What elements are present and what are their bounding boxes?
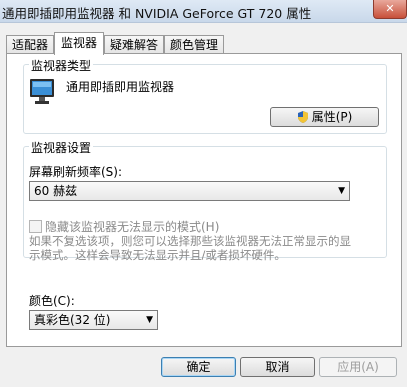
hide-modes-checkbox-row[interactable]: 隐藏该监视器无法显示的模式(H): [29, 218, 219, 235]
tab-monitor[interactable]: 监视器: [54, 32, 104, 55]
monitor-settings-legend: 监视器设置: [29, 139, 94, 156]
chevron-down-icon: ▼: [338, 186, 345, 196]
uac-shield-icon: [297, 111, 308, 123]
refresh-rate-select[interactable]: 60 赫兹 ▼: [29, 181, 350, 201]
properties-button-label: 属性(P): [311, 110, 353, 124]
apply-button[interactable]: 应用(A): [319, 357, 397, 377]
hide-modes-note: 如果不复选该项，则您可以选择那些该监视器无法正常显示的显示模式。这样会导致无法显…: [29, 234, 351, 262]
colors-value: 真彩色(32 位): [34, 313, 111, 327]
title-bar: 通用即插即用监视器 和 NVIDIA GeForce GT 720 属性 ✕: [0, 0, 407, 23]
tab-adapter[interactable]: 适配器: [6, 35, 54, 54]
properties-button[interactable]: 属性(P): [270, 107, 379, 127]
monitor-type-legend: 监视器类型: [29, 57, 94, 74]
monitor-type-group: 监视器类型 通用即插即用监视器 属性(P): [23, 57, 387, 134]
monitor-name: 通用即插即用监视器: [66, 80, 175, 94]
monitor-settings-group: 监视器设置 屏幕刷新频率(S): 60 赫兹 ▼ 隐藏该监视器无法显示的模式(H…: [23, 139, 387, 262]
colors-label: 颜色(C):: [29, 294, 75, 308]
refresh-rate-label: 屏幕刷新频率(S):: [29, 165, 123, 179]
close-button[interactable]: ✕: [373, 0, 407, 19]
chevron-down-icon: ▼: [146, 315, 153, 325]
tab-color-management[interactable]: 颜色管理: [164, 35, 224, 54]
colors-select[interactable]: 真彩色(32 位) ▼: [29, 310, 158, 330]
tab-troubleshoot[interactable]: 疑难解答: [104, 35, 164, 54]
hide-modes-checkbox[interactable]: [29, 220, 42, 233]
refresh-rate-value: 60 赫兹: [34, 184, 78, 198]
monitor-tab-panel: 监视器类型 通用即插即用监视器 属性(P) 监视器设置 屏幕刷新频率(S): 6…: [6, 53, 402, 347]
hide-modes-label: 隐藏该监视器无法显示的模式(H): [45, 220, 220, 234]
cancel-button[interactable]: 取消: [240, 357, 315, 377]
ok-button[interactable]: 确定: [161, 357, 236, 377]
window-title: 通用即插即用监视器 和 NVIDIA GeForce GT 720 属性: [2, 6, 312, 21]
monitor-icon: [30, 79, 54, 104]
